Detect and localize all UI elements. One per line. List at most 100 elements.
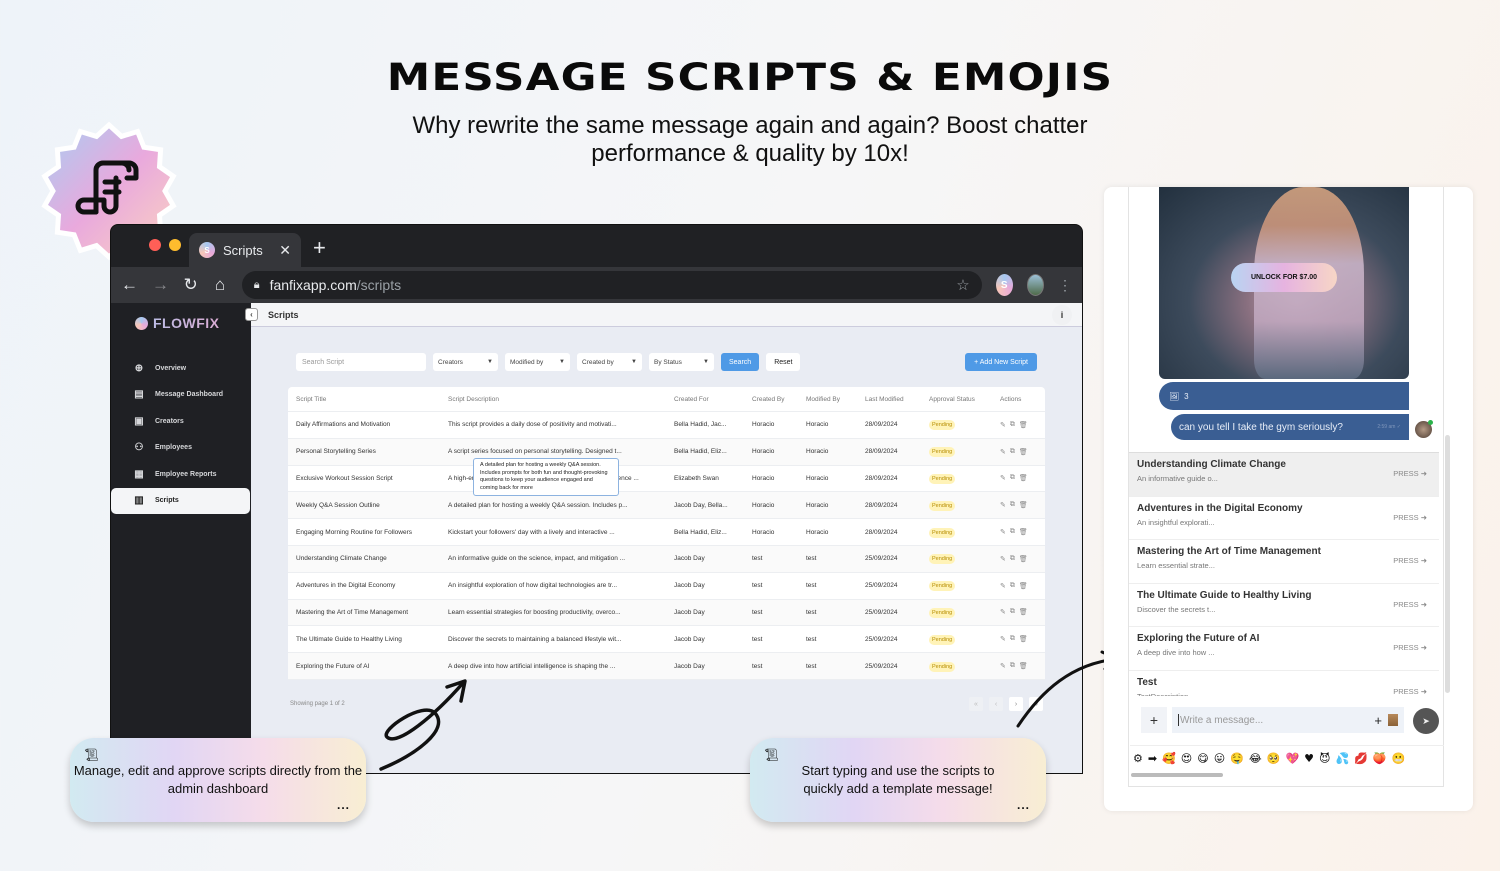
emoji-button[interactable]: 💖 bbox=[1285, 752, 1299, 765]
duplicate-icon[interactable]: ⧉ bbox=[1010, 528, 1015, 536]
search-script-input[interactable]: Search Script bbox=[296, 353, 426, 371]
column-header[interactable]: Script Title bbox=[296, 396, 448, 403]
sidebar-item-employees[interactable]: ⚇ Employees bbox=[111, 435, 251, 462]
press-hint[interactable]: PRESS ➜ bbox=[1393, 469, 1427, 478]
emoji-button[interactable]: 🥺 bbox=[1267, 752, 1281, 765]
forward-icon[interactable]: → bbox=[152, 275, 169, 295]
script-suggestion[interactable]: Test TestDescription PRESS ➜ bbox=[1129, 671, 1439, 697]
duplicate-icon[interactable]: ⧉ bbox=[1010, 474, 1015, 482]
duplicate-icon[interactable]: ⧉ bbox=[1010, 582, 1015, 590]
sidebar-item-creators[interactable]: ▣ Creators bbox=[111, 408, 251, 435]
table-row[interactable]: Understanding Climate Change An informati… bbox=[288, 545, 1045, 573]
duplicate-icon[interactable]: ⧉ bbox=[1010, 421, 1015, 429]
press-hint[interactable]: PRESS ➜ bbox=[1393, 513, 1427, 522]
script-suggestion[interactable]: Exploring the Future of AI A deep dive in… bbox=[1129, 627, 1439, 671]
duplicate-icon[interactable]: ⧉ bbox=[1010, 448, 1015, 456]
created-by-select[interactable]: Created by ▼ bbox=[577, 353, 642, 371]
script-suggestion[interactable]: Understanding Climate Change An informati… bbox=[1129, 453, 1439, 497]
column-header[interactable]: Created By bbox=[752, 396, 806, 403]
sidebar-item-message-dashboard[interactable]: ▤ Message Dashboard bbox=[111, 382, 251, 409]
info-icon[interactable]: i bbox=[1052, 305, 1072, 325]
table-row[interactable]: Daily Affirmations and Motivation This sc… bbox=[288, 412, 1045, 439]
edit-icon[interactable]: ✎ bbox=[1000, 635, 1006, 643]
emoji-button[interactable]: ➡ bbox=[1148, 752, 1157, 765]
bookmark-star-icon[interactable]: ☆ bbox=[956, 276, 969, 294]
edit-icon[interactable]: ✎ bbox=[1000, 501, 1006, 509]
delete-icon[interactable]: 🗑︎ bbox=[1019, 421, 1028, 429]
delete-icon[interactable]: 🗑︎ bbox=[1019, 555, 1028, 563]
duplicate-icon[interactable]: ⧉ bbox=[1010, 608, 1015, 616]
attach-button[interactable]: + bbox=[1141, 707, 1167, 733]
edit-icon[interactable]: ✎ bbox=[1000, 421, 1006, 429]
delete-icon[interactable]: 🗑︎ bbox=[1019, 528, 1028, 536]
script-scroll-icon[interactable] bbox=[1388, 714, 1398, 726]
send-button[interactable]: ➤ bbox=[1413, 708, 1439, 734]
table-row[interactable]: Personal Storytelling Series A script ser… bbox=[288, 438, 1045, 466]
message-input[interactable]: Write a message... + bbox=[1172, 707, 1404, 733]
extension-icon[interactable]: S bbox=[995, 274, 1013, 296]
close-window-button[interactable] bbox=[149, 239, 161, 251]
emoji-button[interactable]: 😬 bbox=[1392, 752, 1406, 765]
table-row[interactable]: Adventures in the Digital Economy An insi… bbox=[288, 573, 1045, 600]
search-button[interactable]: Search bbox=[721, 353, 760, 371]
edit-icon[interactable]: ✎ bbox=[1000, 608, 1006, 616]
emoji-button[interactable]: 😛 bbox=[1214, 752, 1225, 765]
emoji-button[interactable]: 😈 bbox=[1319, 752, 1330, 765]
delete-icon[interactable]: 🗑︎ bbox=[1019, 582, 1028, 590]
status-select[interactable]: By Status ▼ bbox=[649, 353, 714, 371]
home-icon[interactable]: ⌂ bbox=[212, 275, 227, 295]
delete-icon[interactable]: 🗑︎ bbox=[1019, 608, 1028, 616]
emoji-button[interactable]: 🤤 bbox=[1230, 752, 1244, 765]
script-list-scrollbar[interactable] bbox=[1445, 435, 1450, 693]
emoji-button[interactable]: 💋 bbox=[1354, 752, 1368, 765]
edit-icon[interactable]: ✎ bbox=[1000, 662, 1006, 670]
column-header[interactable]: Approval Status bbox=[929, 396, 1000, 403]
unlock-button[interactable]: UNLOCK FOR $7.00 bbox=[1231, 263, 1337, 292]
tab-scripts[interactable]: S Scripts ✕ bbox=[189, 233, 301, 267]
media-count-bubble[interactable]: 🖼︎ 3 bbox=[1159, 382, 1409, 410]
duplicate-icon[interactable]: ⧉ bbox=[1010, 635, 1015, 643]
emoji-button[interactable]: 🥰 bbox=[1162, 752, 1176, 765]
prev-page-button[interactable]: ‹ bbox=[989, 697, 1003, 711]
sidebar-item-employee-reports[interactable]: ▦ Employee Reports bbox=[111, 461, 251, 488]
press-hint[interactable]: PRESS ➜ bbox=[1393, 556, 1427, 565]
emoji-button[interactable]: 😍 bbox=[1181, 752, 1192, 765]
delete-icon[interactable]: 🗑︎ bbox=[1019, 501, 1028, 509]
sidebar-item-scripts[interactable]: ▥ Scripts bbox=[111, 487, 250, 514]
emoji-button[interactable]: 🍑 bbox=[1373, 752, 1387, 765]
add-script-icon[interactable]: + bbox=[1374, 713, 1382, 728]
column-header[interactable]: Modified By bbox=[806, 396, 865, 403]
address-bar[interactable]: 🔒︎ fanfixapp.com/scripts ☆ bbox=[241, 271, 982, 299]
minimize-window-button[interactable] bbox=[169, 239, 181, 251]
table-row[interactable]: The Ultimate Guide to Healthy Living Disc… bbox=[288, 626, 1045, 654]
reload-icon[interactable]: ↻ bbox=[183, 275, 198, 295]
reset-button[interactable]: Reset bbox=[766, 353, 801, 371]
script-suggestion[interactable]: Mastering the Art of Time Management Lear… bbox=[1129, 540, 1439, 584]
emoji-button[interactable]: 😂 bbox=[1249, 752, 1262, 765]
column-header[interactable]: Script Description bbox=[448, 396, 674, 403]
add-new-script-button[interactable]: + Add New Script bbox=[965, 353, 1037, 371]
edit-icon[interactable]: ✎ bbox=[1000, 448, 1006, 456]
emoji-bar-scrollbar[interactable] bbox=[1131, 773, 1223, 777]
table-row[interactable]: Mastering the Art of Time Management Lear… bbox=[288, 599, 1045, 627]
delete-icon[interactable]: 🗑︎ bbox=[1019, 635, 1028, 643]
new-tab-button[interactable]: + bbox=[313, 235, 326, 261]
emoji-button[interactable]: 😋 bbox=[1197, 752, 1208, 765]
close-tab-icon[interactable]: ✕ bbox=[279, 242, 291, 259]
table-row[interactable]: Weekly Q&A Session Outline A detailed pla… bbox=[288, 492, 1045, 520]
column-header[interactable]: Last Modified bbox=[865, 396, 929, 403]
collapse-sidebar-button[interactable]: ‹ bbox=[245, 308, 258, 321]
script-suggestion[interactable]: Adventures in the Digital Economy An insi… bbox=[1129, 497, 1439, 540]
delete-icon[interactable]: 🗑︎ bbox=[1019, 474, 1028, 482]
modified-by-select[interactable]: Modified by ▼ bbox=[505, 353, 570, 371]
delete-icon[interactable]: 🗑︎ bbox=[1019, 448, 1028, 456]
brand-logo[interactable]: FLOWFIX bbox=[111, 313, 251, 333]
emoji-button[interactable]: ♥ bbox=[1304, 752, 1314, 765]
edit-icon[interactable]: ✎ bbox=[1000, 582, 1006, 590]
press-hint[interactable]: PRESS ➜ bbox=[1393, 687, 1427, 696]
column-header[interactable]: Actions bbox=[1000, 396, 1053, 403]
profile-avatar[interactable] bbox=[1026, 274, 1044, 296]
sidebar-item-overview[interactable]: ⊕ Overview bbox=[111, 355, 251, 382]
edit-icon[interactable]: ✎ bbox=[1000, 555, 1006, 563]
browser-menu-icon[interactable]: ⋮ bbox=[1058, 277, 1072, 294]
